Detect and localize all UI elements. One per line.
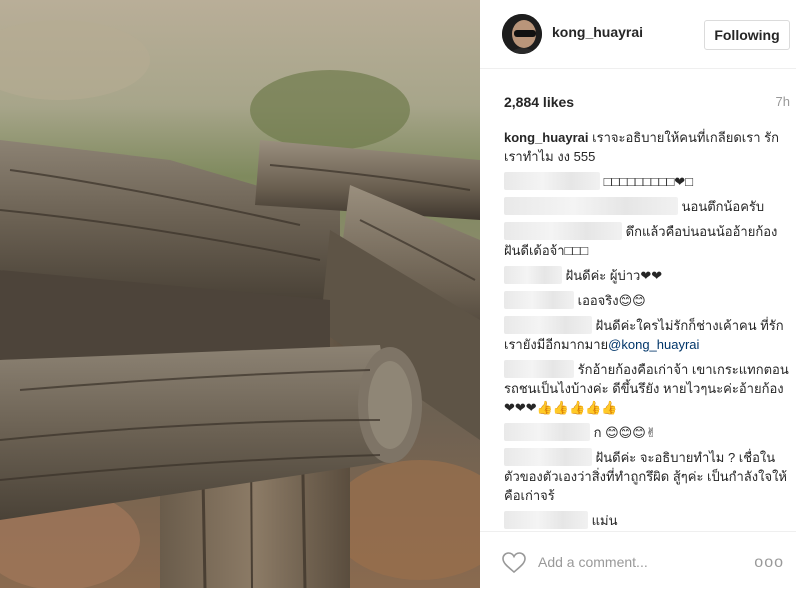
comment-text: ฝันดีค่ะ ผู้บ่าว❤︎❤︎ xyxy=(565,268,663,283)
blurred-username xyxy=(504,197,678,215)
comment-item: ฝันดีค่ะ จะอธิบายทำไม ? เชื่อในตัวของตัว… xyxy=(504,448,790,505)
blurred-username xyxy=(504,316,592,334)
blurred-username xyxy=(504,511,588,529)
comment-item: ก 😊😊😊✌ xyxy=(504,423,790,442)
comment-text: เออจริง😊😊 xyxy=(577,293,646,308)
avatar[interactable] xyxy=(502,14,542,54)
post-view: kong_huayrai Following 2,884 likes 7h ko… xyxy=(0,0,796,588)
post-photo[interactable] xyxy=(0,0,480,588)
blurred-username xyxy=(504,222,622,240)
caption-username[interactable]: kong_huayrai xyxy=(504,130,589,145)
heart-icon[interactable] xyxy=(502,552,526,574)
comment-text: □□□□□□□□□❤︎□ xyxy=(603,174,694,189)
logs-illustration xyxy=(0,20,480,588)
blurred-username xyxy=(504,291,574,309)
comments-list: kong_huayrai เราจะอธิบายให้คนที่เกลียดเร… xyxy=(504,128,790,536)
add-comment-input[interactable]: Add a comment... xyxy=(538,554,648,570)
following-button[interactable]: Following xyxy=(704,20,790,50)
blurred-username xyxy=(504,360,574,378)
avatar-image xyxy=(502,14,542,54)
comment-item: ดึกแล้วคือบ่นอนน้ออ้ายก้อง ฝันดีเด้อจ้า□… xyxy=(504,222,790,260)
blurred-username xyxy=(504,172,600,190)
post-header: kong_huayrai Following xyxy=(480,0,796,69)
comment-item: แม่น xyxy=(504,511,790,530)
comment-text: ก 😊😊😊✌ xyxy=(593,425,657,440)
post-username[interactable]: kong_huayrai xyxy=(552,24,643,40)
mention-link[interactable]: @kong_huayrai xyxy=(608,337,699,352)
comment-item: ฝันดีค่ะใครไม่รักก็ช่างเค้าคน ที่รักเราย… xyxy=(504,316,790,354)
post-sidebar: kong_huayrai Following 2,884 likes 7h ko… xyxy=(480,0,796,588)
likes-count[interactable]: 2,884 likes xyxy=(504,94,574,110)
blurred-username xyxy=(504,448,592,466)
comment-item: เออจริง😊😊 xyxy=(504,291,790,310)
comment-text: แม่น xyxy=(591,513,618,528)
caption: kong_huayrai เราจะอธิบายให้คนที่เกลียดเร… xyxy=(504,128,790,166)
comment-item: นอนตึกน้อครับ xyxy=(504,197,790,216)
more-options-icon[interactable]: ooo xyxy=(754,554,784,572)
post-time[interactable]: 7h xyxy=(776,94,790,109)
comment-item: รักอ้ายก้องคือเก่าจ้า เขาเกระแทกตอนรถชนเ… xyxy=(504,360,790,417)
comment-item: □□□□□□□□□❤︎□ xyxy=(504,172,790,191)
blurred-username xyxy=(504,266,562,284)
add-comment-bar: Add a comment... ooo xyxy=(480,531,796,589)
blurred-username xyxy=(504,423,590,441)
comment-text: นอนตึกน้อครับ xyxy=(681,199,765,214)
comment-item: ฝันดีค่ะ ผู้บ่าว❤︎❤︎ xyxy=(504,266,790,285)
